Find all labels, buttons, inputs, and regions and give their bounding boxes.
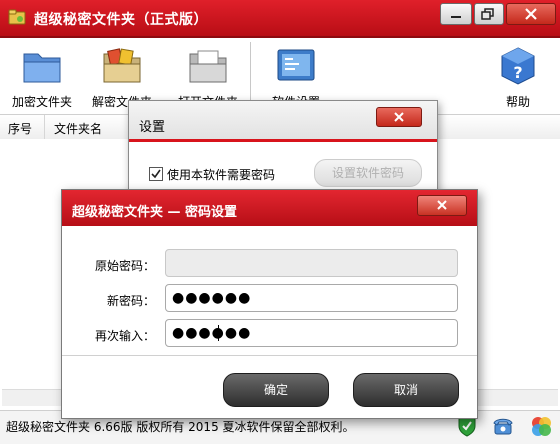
close-button[interactable]: [506, 3, 556, 25]
new-password-value: ●●●●●●: [172, 290, 252, 306]
new-password-label: 新密码：: [106, 294, 155, 308]
minimize-button[interactable]: [440, 3, 472, 25]
text-cursor: [218, 325, 219, 341]
ok-button[interactable]: 确定: [223, 373, 329, 407]
telephone-icon[interactable]: [492, 416, 514, 436]
window-title: 超级秘密文件夹（正式版）: [34, 12, 208, 28]
settings-title: 设置: [139, 120, 166, 135]
original-password-input: [165, 249, 458, 277]
column-header-folder-name[interactable]: 文件夹名: [54, 120, 102, 137]
svg-text:?: ?: [513, 63, 522, 82]
restore-button[interactable]: [474, 3, 504, 25]
confirm-password-label: 再次输入：: [94, 329, 155, 343]
toolbar-separator: [250, 42, 251, 108]
dialog-divider: [62, 355, 477, 356]
help-cube-icon: ?: [501, 47, 535, 85]
restore-icon: [481, 8, 494, 20]
confirm-password-value: ●●●●●●: [172, 325, 252, 341]
app-folder-icon: [8, 9, 26, 25]
column-header-index[interactable]: 序号: [8, 120, 32, 137]
require-password-label[interactable]: 使用本软件需要密码: [167, 166, 275, 183]
password-dialog-close-button[interactable]: [417, 195, 467, 216]
photo-folder-icon: [103, 48, 141, 83]
encrypt-folder-button[interactable]: 加密文件夹: [2, 38, 82, 112]
status-text: 超级秘密文件夹 6.66版 版权所有 2015 夏冰软件保留全部权利。: [6, 420, 355, 434]
blue-folder-icon: [23, 53, 61, 83]
close-icon: [525, 8, 537, 20]
set-software-password-button[interactable]: 设置软件密码: [314, 159, 422, 187]
confirm-password-input[interactable]: ●●●●●●: [165, 319, 458, 347]
encrypt-folder-label: 加密文件夹: [11, 95, 72, 109]
help-label: 帮助: [505, 95, 530, 109]
new-password-input[interactable]: ●●●●●●: [165, 284, 458, 312]
password-dialog-title: 超级秘密文件夹 — 密码设置: [72, 205, 238, 220]
column-separator: [44, 115, 45, 139]
original-password-label: 原始密码：: [94, 259, 155, 273]
close-icon: [394, 112, 404, 122]
settings-close-button[interactable]: [376, 107, 422, 127]
gray-folder-icon: [189, 50, 227, 83]
colorful-logo-icon[interactable]: [530, 415, 552, 437]
minimize-icon: [451, 16, 461, 18]
require-password-checkbox[interactable]: [149, 167, 163, 181]
main-title-bar[interactable]: 超级秘密文件夹（正式版）: [0, 0, 560, 38]
settings-panel-icon: [277, 49, 315, 81]
password-settings-dialog: 超级秘密文件夹 — 密码设置 原始密码： 新密码： ●●●●●● 再次输入： ●…: [61, 189, 478, 419]
close-icon: [437, 200, 447, 210]
cancel-button[interactable]: 取消: [353, 373, 459, 407]
checkmark-icon: [151, 169, 161, 179]
settings-title-bar[interactable]: 设置: [129, 101, 437, 142]
help-button[interactable]: ? 帮助: [478, 38, 558, 112]
password-dialog-title-bar[interactable]: 超级秘密文件夹 — 密码设置: [62, 190, 477, 226]
